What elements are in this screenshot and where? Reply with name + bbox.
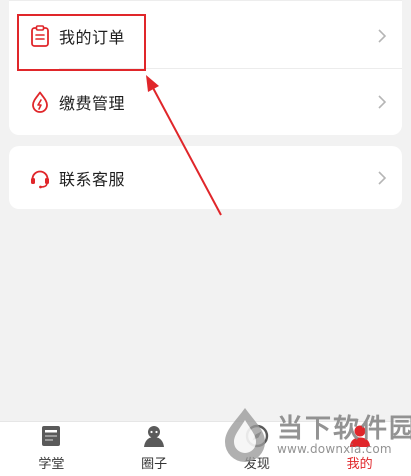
tab-label: 我的 [346,457,373,472]
menu-item-label: 我的订单 [59,28,126,47]
divider [59,68,402,69]
clipboard-icon [29,25,51,47]
bottom-tab-bar: 学堂 圈子 发现 我的 [0,421,411,476]
tab-label: 发现 [243,457,270,472]
divider [9,0,402,1]
menu-item-label: 缴费管理 [59,94,126,113]
profile-icon [349,425,370,447]
menu-item-label: 联系客服 [59,170,126,189]
chevron-right-icon [378,29,387,43]
tab-discover[interactable]: 发现 [206,422,309,476]
menu-card: 我的订单 缴费管理 [9,0,402,135]
book-icon [42,426,61,446]
menu-item-my-orders[interactable]: 我的订单 [9,14,402,58]
menu-item-payment-management[interactable]: 缴费管理 [9,80,402,124]
support-card: 联系客服 [9,146,402,209]
payment-drop-icon [29,91,51,113]
menu-item-contact-support[interactable]: 联系客服 [9,156,402,200]
discover-icon [245,424,269,448]
tab-label: 圈子 [141,457,168,472]
chevron-right-icon [378,95,387,109]
headset-icon [29,167,51,189]
tab-me[interactable]: 我的 [308,422,411,476]
tab-label: 学堂 [38,457,65,472]
community-icon [144,426,165,447]
tab-community[interactable]: 圈子 [103,422,206,476]
chevron-right-icon [378,171,387,185]
tab-school[interactable]: 学堂 [0,422,103,476]
